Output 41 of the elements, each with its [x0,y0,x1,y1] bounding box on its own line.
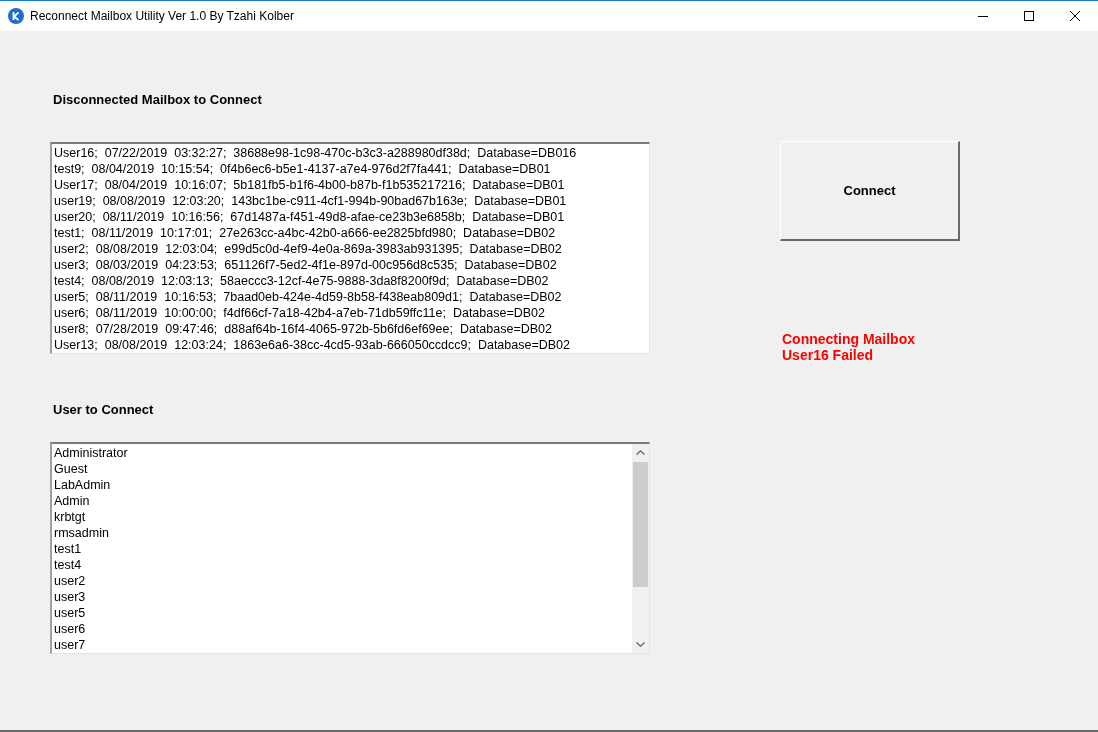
scroll-down-icon[interactable] [636,642,645,647]
status-message: Connecting Mailbox User16 Failed [782,331,916,363]
list-item[interactable]: User16; 07/22/2019 03:32:27; 38688e98-1c98-470c-b3c3-a288980df38d; Database=DB016 [54,145,649,161]
list-item[interactable]: user20; 08/11/2019 10:16:56; 67d1487a-f451-49d8-afae-ce23b3e6858b; Database=DB01 [54,209,649,225]
list-item[interactable]: user5; 08/11/2019 10:16:53; 7baad0eb-424e-4d59-8b58-f438eab809d1; Database=DB02 [54,289,649,305]
list-item[interactable]: User13; 08/08/2019 12:03:24; 1863e6a6-38cc-4cd5-93ab-666050ccdcc9; Database=DB02 [54,337,649,353]
mailbox-listbox[interactable] [50,142,650,354]
list-item[interactable]: rmsadmin [54,525,632,541]
list-item[interactable]: Admin [54,493,632,509]
user-list-label: User to Connect [53,402,154,418]
minimize-icon [978,15,988,17]
list-item[interactable]: test1 [54,541,632,557]
list-item[interactable]: user19; 08/08/2019 12:03:20; 143bc1be-c911-4cf1-994b-90bad67b163e; Database=DB01 [54,193,649,209]
list-item[interactable]: test9; 08/04/2019 10:15:54; 0f4b6ec6-b5e1-4137-a7e4-976d2f7fa441; Database=DB01 [54,161,649,177]
list-item[interactable]: krbtgt [54,509,632,525]
list-item[interactable]: Administrator [54,445,632,461]
list-item[interactable]: user3 [54,589,632,605]
app-icon [8,8,24,24]
scrollbar-thumb[interactable] [633,462,648,587]
mailbox-list-label: Disconnected Mailbox to Connect [53,92,262,108]
user-listbox[interactable]: Administrator Guest LabAdmin Admin krbtgt rmsadmin test1 test4 user2 user3 user5 user6 user7 [50,442,650,654]
list-item[interactable]: Guest [54,461,632,477]
list-item[interactable]: user2; 08/08/2019 12:03:04; e99d5c0d-4ef9-4e0a-869a-3983ab931395; Database=DB02 [54,241,649,257]
list-item[interactable]: User17; 08/04/2019 10:16:07; 5b181fb5-b1f6-4b00-b87b-f1b535217216; Database=DB01 [54,177,649,193]
list-item[interactable]: user3; 08/03/2019 04:23:53; 651126f7-5ed2-4f1e-897d-00c956d8c535; Database=DB02 [54,257,649,273]
list-item[interactable]: test1; 08/11/2019 10:17:01; 27e263cc-a4bc-42b0-a666-ee2825bfd980; Database=DB02 [54,225,649,241]
list-item[interactable]: test4; 08/08/2019 12:03:13; 58aeccc3-12cf-4e75-9888-3da8f8200f9d; Database=DB02 [54,273,649,289]
list-item[interactable]: user8; 07/28/2019 09:47:46; d88af64b-16f4-4065-972b-5b6fd6ef69ee; Database=DB02 [54,321,649,337]
close-icon [1070,11,1080,21]
list-item[interactable]: user2 [54,573,632,589]
list-item[interactable]: LabAdmin [54,477,632,493]
connect-button[interactable]: Connect [780,141,960,241]
list-item[interactable]: user6 [54,621,632,637]
list-item[interactable]: user7 [54,637,632,653]
window-title: Reconnect Mailbox Utility Ver 1.0 By Tzahi Kolber [30,9,294,23]
vertical-scrollbar[interactable] [632,444,649,653]
maximize-icon [1024,11,1034,21]
scroll-up-icon[interactable] [636,450,645,455]
list-item[interactable]: user5 [54,605,632,621]
list-item[interactable]: user6; 08/11/2019 10:00:00; f4df66cf-7a18-42b4-a7eb-71db59ffc11e; Database=DB02 [54,305,649,321]
list-item[interactable]: test4 [54,557,632,573]
